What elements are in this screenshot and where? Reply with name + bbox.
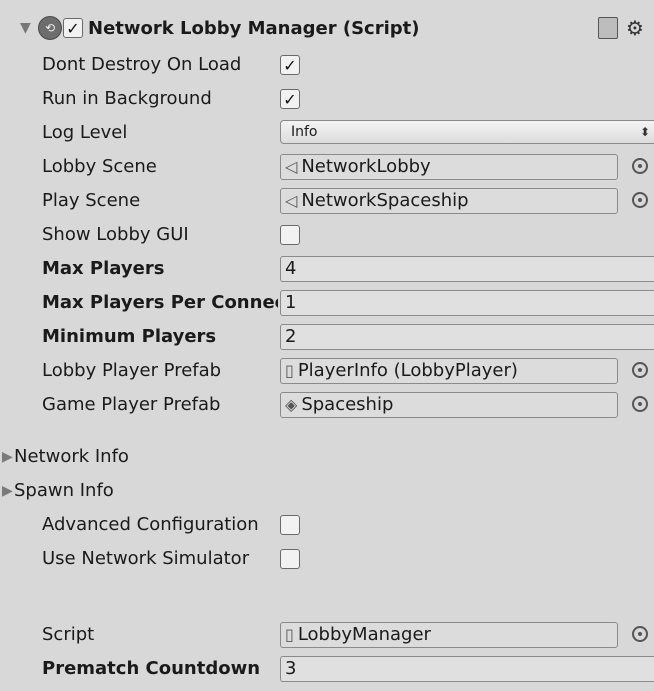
component-header[interactable]: ▼ ⟲ ✓ Network Lobby Manager (Script) ⚙: [0, 10, 654, 46]
foldout-collapsed-icon: ▶: [2, 483, 13, 499]
net-sim-checkbox[interactable]: [280, 549, 300, 569]
net-sim-label: Use Network Simulator: [42, 548, 250, 569]
scene-icon: ◁: [285, 157, 298, 176]
lobby-prefab-row: Lobby Player Prefab ▯ PlayerInfo (LobbyPl…: [0, 354, 654, 388]
spawn-info-foldout[interactable]: ▶ Spawn Info: [0, 474, 654, 508]
max-per-conn-row: Max Players Per Connection 1: [0, 286, 654, 320]
max-players-label: Max Players: [42, 258, 165, 279]
show-gui-checkbox[interactable]: [280, 225, 300, 245]
dont-destroy-label: Dont Destroy On Load: [42, 54, 242, 75]
lobby-scene-field[interactable]: ◁ NetworkLobby: [280, 154, 618, 180]
lobby-scene-row: Lobby Scene ◁ NetworkLobby: [0, 150, 654, 184]
help-book-icon[interactable]: [598, 17, 618, 39]
object-picker-icon[interactable]: [632, 396, 648, 412]
prematch-row: Prematch Countdown 3: [0, 652, 654, 686]
spawn-info-label: Spawn Info: [14, 480, 114, 501]
foldout-collapsed-icon: ▶: [2, 449, 13, 465]
run-background-row: Run in Background ✓: [0, 82, 654, 116]
dropdown-arrow-icon: ⬍: [639, 125, 650, 139]
max-players-input[interactable]: 4: [280, 256, 654, 282]
script-component-icon: ⟲: [38, 16, 62, 40]
game-prefab-field[interactable]: ◈ Spaceship: [280, 392, 618, 418]
object-picker-icon[interactable]: [632, 192, 648, 208]
component-enabled-checkbox[interactable]: ✓: [63, 18, 83, 38]
play-scene-label: Play Scene: [42, 190, 141, 211]
log-level-label: Log Level: [42, 122, 128, 143]
show-gui-label: Show Lobby GUI: [42, 224, 189, 245]
run-background-label: Run in Background: [42, 88, 212, 109]
min-players-label: Minimum Players: [42, 326, 217, 347]
foldout-expanded-icon[interactable]: ▼: [20, 20, 31, 36]
lobby-scene-label: Lobby Scene: [42, 156, 157, 177]
object-picker-icon[interactable]: [632, 158, 648, 174]
component-title: Network Lobby Manager (Script): [88, 17, 420, 39]
script-file-icon: ▯: [285, 361, 294, 380]
game-prefab-row: Game Player Prefab ◈ Spaceship: [0, 388, 654, 422]
adv-config-checkbox[interactable]: [280, 515, 300, 535]
lobby-prefab-value: PlayerInfo (LobbyPlayer): [297, 360, 518, 381]
gear-icon[interactable]: ⚙: [626, 16, 644, 40]
prematch-input[interactable]: 3: [280, 656, 654, 682]
scene-icon: ◁: [285, 191, 298, 210]
game-prefab-label: Game Player Prefab: [42, 394, 221, 415]
adv-config-label: Advanced Configuration: [42, 514, 259, 535]
game-prefab-value: Spaceship: [301, 394, 394, 415]
prefab-cube-icon: ◈: [285, 395, 298, 414]
script-label: Script: [42, 624, 95, 645]
network-info-foldout[interactable]: ▶ Network Info: [0, 440, 654, 474]
lobby-scene-value: NetworkLobby: [301, 156, 431, 177]
log-level-value: Info: [291, 124, 318, 140]
max-per-conn-label: Max Players Per Connection: [42, 292, 278, 313]
max-per-conn-input[interactable]: 1: [280, 290, 654, 316]
script-file-icon: ▯: [285, 625, 294, 644]
show-gui-row: Show Lobby GUI: [0, 218, 654, 252]
dont-destroy-checkbox[interactable]: ✓: [280, 55, 300, 75]
play-scene-value: NetworkSpaceship: [301, 190, 469, 211]
script-row: Script ▯ LobbyManager: [0, 618, 654, 652]
dont-destroy-row: Dont Destroy On Load ✓: [0, 48, 654, 82]
min-players-row: Minimum Players 2: [0, 320, 654, 354]
max-players-row: Max Players 4: [0, 252, 654, 286]
run-background-checkbox[interactable]: ✓: [280, 89, 300, 109]
inspector-panel: ▼ ⟲ ✓ Network Lobby Manager (Script) ⚙ D…: [0, 0, 654, 691]
net-sim-row: Use Network Simulator: [0, 542, 654, 576]
script-field[interactable]: ▯ LobbyManager: [280, 622, 618, 648]
prematch-label: Prematch Countdown: [42, 658, 261, 679]
network-info-label: Network Info: [14, 446, 129, 467]
log-level-dropdown[interactable]: Info ⬍: [280, 120, 654, 144]
script-value: LobbyManager: [297, 624, 431, 645]
lobby-prefab-label: Lobby Player Prefab: [42, 360, 222, 381]
object-picker-icon[interactable]: [632, 626, 648, 642]
object-picker-icon[interactable]: [632, 362, 648, 378]
min-players-input[interactable]: 2: [280, 324, 654, 350]
adv-config-row: Advanced Configuration: [0, 508, 654, 542]
play-scene-field[interactable]: ◁ NetworkSpaceship: [280, 188, 618, 214]
lobby-prefab-field[interactable]: ▯ PlayerInfo (LobbyPlayer): [280, 358, 618, 384]
play-scene-row: Play Scene ◁ NetworkSpaceship: [0, 184, 654, 218]
log-level-row: Log Level Info ⬍: [0, 116, 654, 150]
